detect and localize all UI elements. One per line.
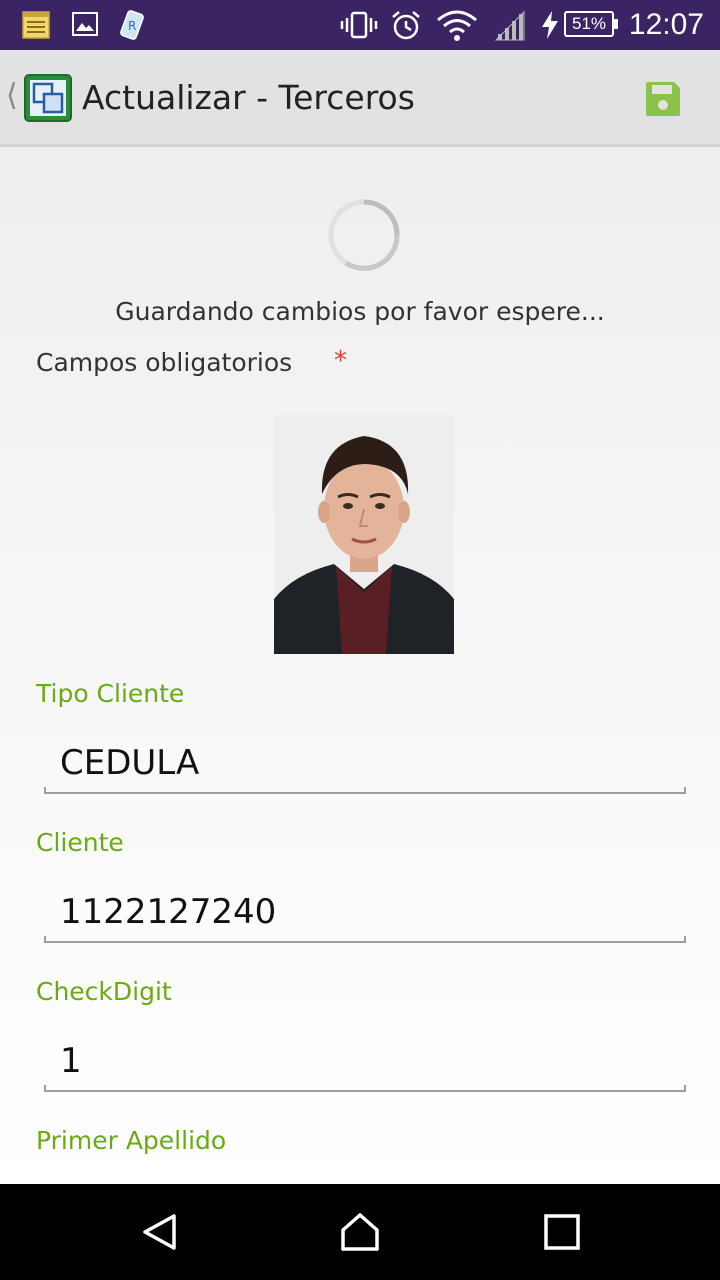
navigation-bar	[0, 1184, 720, 1280]
profile-photo[interactable]	[274, 414, 454, 654]
back-chevron-icon[interactable]: ⟨	[6, 78, 18, 113]
required-marker: *	[334, 346, 347, 376]
checkdigit-underline	[44, 1085, 686, 1092]
charging-icon	[542, 11, 558, 39]
alarm-icon	[392, 11, 420, 40]
cliente-input[interactable]: 1122127240	[60, 892, 276, 932]
notes-icon	[22, 11, 50, 39]
save-icon[interactable]	[644, 80, 682, 118]
checkdigit-input[interactable]: 1	[60, 1041, 82, 1081]
status-bar: R 51% 12:07	[0, 0, 720, 50]
required-fields-label: Campos obligatorios	[36, 348, 293, 377]
checkdigit-label: CheckDigit	[36, 977, 172, 1006]
battery-indicator: 51%	[564, 11, 618, 37]
svg-text:R: R	[128, 19, 136, 33]
tipo-cliente-label: Tipo Cliente	[36, 679, 185, 708]
recents-icon[interactable]	[542, 1212, 582, 1252]
status-time: 12:07	[628, 8, 704, 41]
cliente-underline	[44, 936, 686, 943]
wifi-icon	[437, 10, 477, 41]
home-icon[interactable]	[340, 1212, 380, 1252]
page-title: Actualizar - Terceros	[82, 78, 415, 117]
image-icon	[72, 12, 98, 36]
app-icon: R	[120, 10, 144, 40]
vibrate-icon	[340, 11, 378, 39]
saving-message: Guardando cambios por favor espere...	[115, 297, 605, 326]
primer-apellido-label: Primer Apellido	[36, 1126, 227, 1155]
cliente-label: Cliente	[36, 828, 124, 857]
loading-spinner	[328, 199, 400, 271]
tipo-cliente-select[interactable]: CEDULA	[60, 743, 199, 783]
action-bar: ⟨ Actualizar - Terceros	[0, 50, 720, 147]
back-icon[interactable]	[140, 1212, 180, 1252]
signal-icon	[494, 10, 525, 41]
form-content[interactable]: Guardando cambios por favor espere... Ca…	[0, 147, 720, 1184]
tipo-cliente-underline	[44, 787, 686, 794]
app-logo[interactable]	[24, 74, 72, 122]
